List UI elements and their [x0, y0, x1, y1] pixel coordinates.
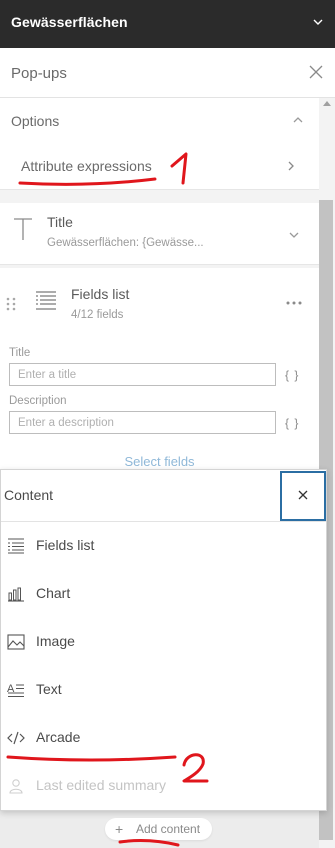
text-icon: A — [7, 683, 24, 698]
close-icon — [298, 490, 308, 500]
title-input[interactable] — [9, 363, 276, 386]
fields-list-card: Fields list 4/12 fields Title { } Descri… — [0, 268, 319, 474]
menu-item-label: Fields list — [36, 537, 95, 553]
menu-item-label: Chart — [36, 585, 71, 601]
close-icon[interactable] — [309, 65, 323, 79]
menu-item-label: Last edited summary — [36, 777, 166, 793]
add-content-button[interactable]: + Add content — [105, 818, 212, 840]
list-icon — [8, 538, 24, 554]
fields-count: 4/12 fields — [71, 309, 124, 321]
description-input[interactable] — [9, 411, 276, 434]
menu-item-fields-list[interactable]: Fields list — [1, 522, 326, 570]
title-expression-button[interactable]: { } — [285, 368, 299, 382]
drag-handle-icon[interactable] — [6, 297, 16, 311]
fields-list-label: Fields list — [71, 286, 130, 302]
chevron-right-icon — [288, 161, 294, 171]
user-icon — [9, 779, 23, 794]
add-content-label: Add content — [136, 822, 201, 836]
menu-item-last-edited-summary: Last edited summary — [1, 762, 326, 810]
menu-item-label: Arcade — [36, 729, 81, 745]
menu-item-image[interactable]: Image — [1, 618, 326, 666]
menu-item-chart[interactable]: Chart — [1, 570, 326, 618]
options-section: Options Attribute expressions — [0, 98, 319, 190]
layer-title: Gewässerflächen — [11, 14, 128, 30]
attribute-expressions-label: Attribute expressions — [21, 158, 152, 174]
content-menu-header: Content — [1, 470, 326, 522]
menu-item-label: Text — [36, 681, 62, 697]
attribute-expressions-row[interactable]: Attribute expressions — [0, 148, 319, 188]
layer-title-bar[interactable]: Gewässerflächen — [0, 0, 335, 48]
more-options-icon[interactable] — [286, 301, 302, 305]
content-menu-close-button[interactable] — [280, 471, 326, 521]
options-label[interactable]: Options — [11, 113, 59, 129]
plus-icon: + — [115, 821, 124, 837]
title-card-subtitle: Gewässerflächen: {Gewässe... — [47, 237, 204, 249]
title-card[interactable]: Title Gewässerflächen: {Gewässe... — [0, 203, 319, 265]
content-menu-title: Content — [4, 487, 54, 503]
title-field-label: Title — [9, 347, 31, 359]
description-field-label: Description — [9, 395, 67, 407]
popups-header: Pop-ups — [0, 48, 335, 98]
scroll-up-arrow[interactable] — [323, 101, 331, 106]
menu-item-text[interactable]: A Text — [1, 666, 326, 714]
image-icon — [7, 634, 25, 650]
bar-chart-icon — [8, 587, 24, 602]
title-card-label: Title — [47, 214, 73, 230]
text-t-icon — [14, 218, 32, 240]
chevron-down-icon[interactable] — [313, 17, 323, 27]
select-fields-link[interactable]: Select fields — [0, 454, 319, 469]
description-expression-button[interactable]: { } — [285, 416, 299, 430]
chevron-up-icon[interactable] — [293, 116, 303, 124]
menu-item-arcade[interactable]: Arcade — [1, 714, 326, 762]
menu-item-label: Image — [36, 633, 75, 649]
chevron-down-icon[interactable] — [289, 231, 299, 239]
panel-title: Pop-ups — [11, 65, 67, 82]
code-icon — [7, 731, 25, 745]
content-menu: Content Fields list Chart Image A Text A… — [0, 469, 327, 811]
list-icon — [36, 291, 56, 310]
